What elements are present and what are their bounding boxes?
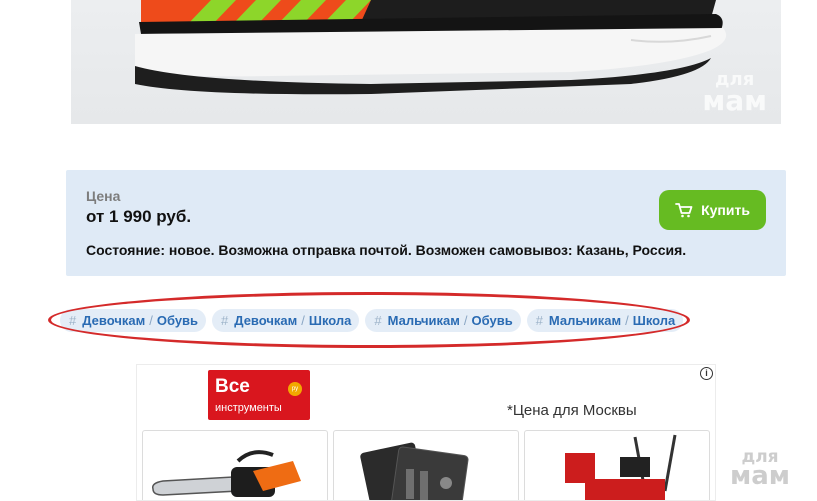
toolcase-icon — [360, 442, 469, 500]
price-value: от 1 990 руб. — [86, 207, 192, 226]
ad-product-toolcase[interactable] — [333, 430, 519, 500]
tag-boys-shoes[interactable]: # Мальчикам / Обувь — [365, 309, 521, 332]
hash-icon: # — [69, 313, 77, 328]
hash-icon: # — [221, 313, 229, 328]
watermark-logo: для мам — [702, 69, 767, 118]
price-label: Цена — [86, 188, 121, 204]
ad-price-note: *Цена для Москвы — [507, 402, 637, 419]
cart-icon — [675, 203, 693, 218]
hash-icon: # — [535, 313, 543, 328]
buy-label: Купить — [701, 202, 750, 218]
ad-product-snowblower[interactable] — [524, 430, 710, 500]
tag-girls-school[interactable]: # Девочкам / Школа — [212, 309, 360, 332]
snowblower-icon — [565, 434, 677, 500]
chainsaw-icon — [151, 450, 301, 497]
tag-boys-school[interactable]: # Мальчикам / Школа — [526, 309, 684, 332]
tag-list: # Девочкам / Обувь # Девочкам / Школа # … — [60, 309, 684, 332]
ad-banner[interactable]: Все инструменты ру *Цена для Москвы i — [136, 364, 716, 501]
page: для мам Цена от 1 990 руб. Состояние: но… — [0, 0, 817, 501]
product-photo[interactable]: для мам — [71, 0, 781, 124]
info-icon[interactable]: i — [700, 367, 713, 380]
ad-logo[interactable]: Все инструменты ру — [208, 370, 310, 420]
corner-watermark: для мам — [730, 447, 791, 492]
tag-girls-shoes[interactable]: # Девочкам / Обувь — [60, 309, 207, 332]
hash-icon: # — [374, 313, 382, 328]
condition-text: Состояние: новое. Возможна отправка почт… — [86, 242, 687, 258]
price-panel: Цена от 1 990 руб. Состояние: новое. Воз… — [66, 170, 786, 276]
sneaker-image — [135, 0, 727, 95]
buy-button[interactable]: Купить — [659, 190, 766, 230]
ad-product-chainsaw[interactable] — [142, 430, 328, 500]
